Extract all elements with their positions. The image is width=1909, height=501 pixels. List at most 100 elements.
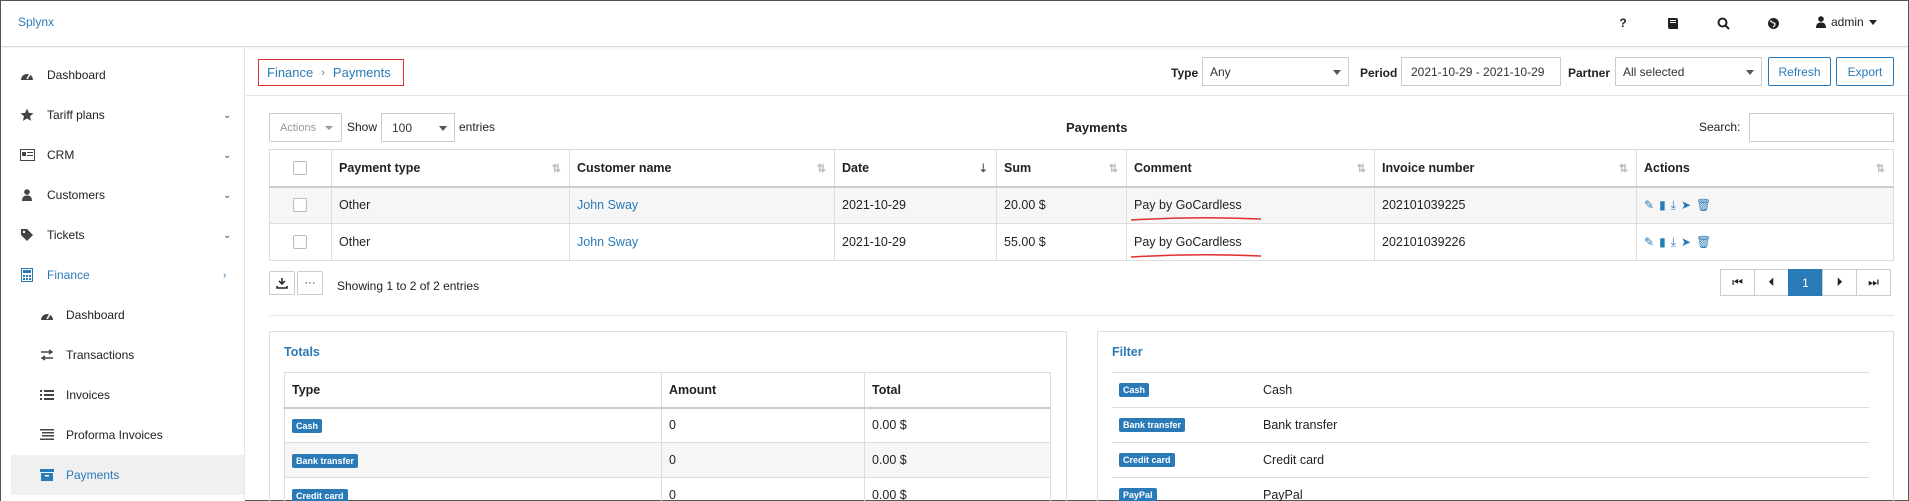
list-alt-icon [39, 427, 55, 443]
red-underline-annotation [1130, 217, 1262, 221]
column-header[interactable]: Sum ⇅ [996, 149, 1127, 188]
show-label: Show [347, 120, 378, 134]
sidebar-subitem-label: Invoices [66, 388, 111, 402]
send-icon[interactable]: ➤ [1681, 235, 1691, 250]
globe-icon[interactable] [1765, 15, 1781, 31]
row-select-cell [269, 186, 332, 224]
actions-dropdown[interactable]: Actions [269, 113, 342, 142]
file-icon[interactable]: ▮ [1659, 198, 1666, 213]
file-icon[interactable]: ▮ [1659, 235, 1666, 250]
sidebar-subitem-transactions[interactable]: Transactions [11, 335, 244, 375]
column-header[interactable]: Actions ⇅ [1636, 149, 1894, 188]
type-label: Type [1171, 66, 1199, 80]
filter-label: Bank transfer [1263, 418, 1338, 432]
column-header[interactable]: Date ⇣ [834, 149, 997, 188]
sidebar-subitem-invoices[interactable]: Invoices [11, 375, 244, 415]
dashboard-icon [39, 307, 55, 323]
help-icon[interactable]: ? [1615, 15, 1631, 31]
column-header[interactable]: Invoice number ⇅ [1374, 149, 1637, 188]
totals-row: Credit card 0 0.00 $ [284, 477, 1051, 501]
breadcrumb-payments[interactable]: Payments [333, 65, 391, 80]
sort-desc-icon: ⇣ [978, 163, 988, 175]
totals-row: Cash 0 0.00 $ [284, 407, 1051, 443]
trash-icon[interactable]: 🗑 [1696, 235, 1711, 250]
row-checkbox[interactable] [293, 198, 307, 213]
type-select[interactable]: Any [1202, 57, 1349, 86]
amount-cell: 0 [661, 442, 865, 478]
column-header[interactable]: Comment ⇅ [1126, 149, 1375, 188]
sidebar-item-customers[interactable]: Customers ⌄ [1, 175, 244, 215]
column-header[interactable]: Payment type ⇅ [331, 149, 570, 188]
filter-row[interactable]: Credit card Credit card [1112, 442, 1869, 477]
payment-type-cell: Other [331, 223, 570, 261]
calculator-icon [19, 267, 35, 283]
table-row[interactable]: Other John Sway 2021-10-29 20.00 $ Pay b… [269, 186, 1894, 224]
pagination: ⏮ ⏴ 1 ⏵ ⏭ [1720, 269, 1891, 296]
edit-icon[interactable]: ✎ [1644, 198, 1654, 213]
sort-icon: ⇅ [1875, 163, 1885, 175]
edit-icon[interactable]: ✎ [1644, 235, 1654, 250]
search-label: Search: [1699, 120, 1741, 134]
sidebar-item-tickets[interactable]: Tickets ⌄ [1, 215, 244, 255]
book-icon[interactable] [1665, 15, 1681, 31]
search-icon[interactable] [1715, 15, 1731, 31]
table-row[interactable]: Other John Sway 2021-10-29 55.00 $ Pay b… [269, 223, 1894, 261]
date-cell: 2021-10-29 [834, 223, 997, 261]
caret-down-icon [1746, 70, 1754, 75]
actions-label: Actions [280, 121, 317, 134]
partner-select[interactable]: All selected [1615, 57, 1762, 86]
row-checkbox[interactable] [293, 235, 307, 249]
period-label: Period [1360, 66, 1398, 80]
send-icon[interactable]: ➤ [1681, 198, 1691, 213]
page-number-button[interactable]: 1 [1788, 269, 1823, 296]
invoice-number-cell: 202101039225 [1374, 186, 1637, 224]
amount-cell: 0 [661, 407, 865, 443]
brand-logo[interactable]: Splynx [18, 15, 54, 29]
filter-row[interactable]: Bank transfer Bank transfer [1112, 407, 1869, 442]
download-icon[interactable]: ⤓ [1671, 198, 1676, 213]
sidebar-item-label: Finance [47, 268, 90, 282]
totals-title: Totals [284, 345, 320, 359]
user-menu[interactable]: admin [1816, 15, 1877, 29]
download-icon[interactable]: ⤓ [1671, 235, 1676, 250]
entries-select[interactable]: 100 [381, 113, 455, 142]
customer-link[interactable]: John Sway [577, 235, 638, 249]
export-button[interactable]: Export [1836, 57, 1894, 86]
customer-link[interactable]: John Sway [577, 198, 638, 212]
pagination-info: Showing 1 to 2 of 2 entries [337, 279, 480, 293]
actions-cell: ✎ ▮ ⤓ ➤ 🗑 [1636, 186, 1894, 224]
trash-icon[interactable]: 🗑 [1696, 198, 1711, 213]
search-input[interactable] [1749, 113, 1894, 142]
sidebar-item-dashboard[interactable]: Dashboard [1, 55, 244, 95]
period-input[interactable]: 2021-10-29 - 2021-10-29 [1401, 57, 1561, 86]
first-page-icon[interactable]: ⏮ [1720, 269, 1755, 296]
sidebar-subitem-label: Dashboard [66, 308, 125, 322]
totals-panel: Totals Type Amount Total Cash 0 0.00 $ B… [269, 331, 1067, 501]
more-options-button[interactable]: ··· [297, 271, 323, 295]
next-page-icon[interactable]: ⏵ [1822, 269, 1857, 296]
dashboard-icon [19, 67, 35, 83]
sidebar-subitem-proforma-invoices[interactable]: Proforma Invoices [11, 415, 244, 455]
caret-down-icon [325, 126, 333, 130]
filter-row[interactable]: Cash Cash [1112, 372, 1869, 407]
column-header[interactable]: Customer name ⇅ [569, 149, 835, 188]
column-header: Amount [661, 372, 865, 409]
sidebar-item-finance[interactable]: Finance › [1, 255, 244, 295]
sidebar-item-label: CRM [47, 148, 75, 162]
filter-row[interactable]: PayPal PayPal [1112, 477, 1869, 501]
sidebar-subitem-dashboard[interactable]: Dashboard [11, 295, 244, 335]
breadcrumb-finance[interactable]: Finance [267, 65, 313, 80]
sidebar-subitem-payments[interactable]: Payments [11, 455, 244, 495]
prev-page-icon[interactable]: ⏴ [1754, 269, 1789, 296]
comment-text: Pay by GoCardless [1130, 198, 1262, 221]
crm-icon [19, 147, 35, 163]
sidebar-item-label: Tariff plans [47, 108, 105, 122]
refresh-button[interactable]: Refresh [1768, 57, 1831, 86]
sidebar-item-tariff-plans[interactable]: Tariff plans ⌄ [1, 95, 244, 135]
export-table-button[interactable] [269, 271, 295, 295]
total-cell: 0.00 $ [864, 477, 1051, 501]
last-page-icon[interactable]: ⏭ [1856, 269, 1891, 296]
sum-cell: 20.00 $ [996, 186, 1127, 224]
sidebar-item-crm[interactable]: CRM ⌄ [1, 135, 244, 175]
select-all-checkbox[interactable] [293, 160, 307, 175]
